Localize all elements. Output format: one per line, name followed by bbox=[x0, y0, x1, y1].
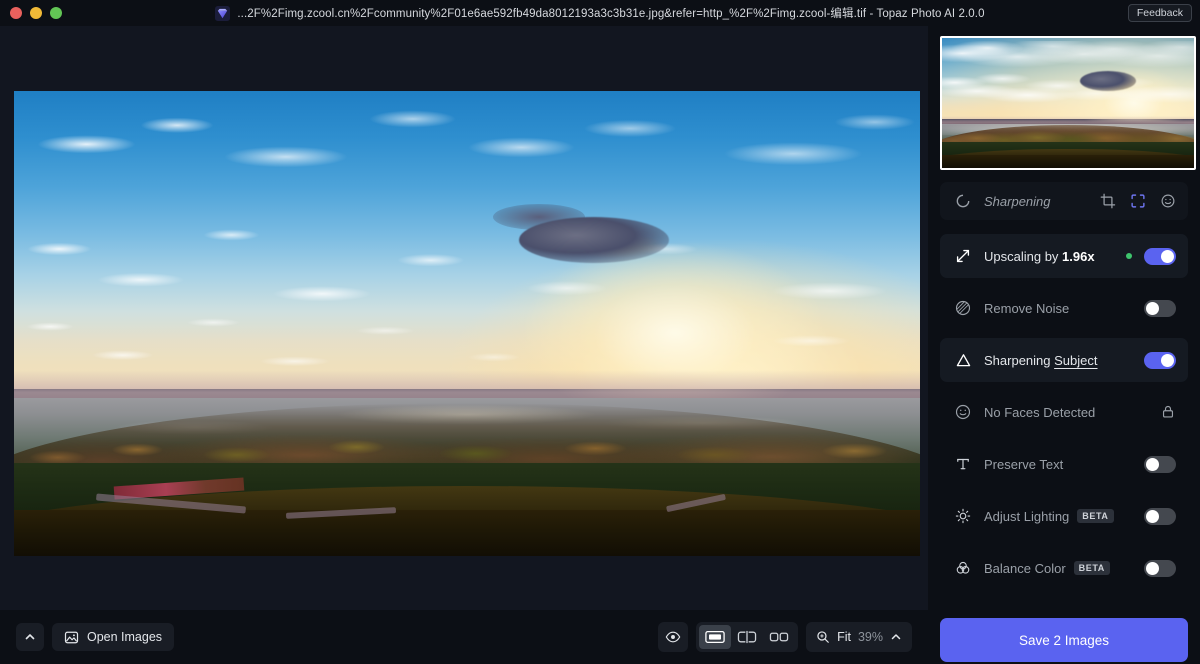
fullscreen-icon[interactable] bbox=[1130, 193, 1146, 209]
filter-row-faces: No Faces Detected bbox=[940, 390, 1188, 434]
remove-noise-toggle[interactable] bbox=[1144, 300, 1176, 317]
close-button[interactable] bbox=[10, 7, 22, 19]
split-pane-icon bbox=[737, 630, 757, 644]
upscaling-status-dot bbox=[1126, 253, 1132, 259]
zoom-percent-label: 39% bbox=[858, 630, 883, 644]
window-controls[interactable] bbox=[0, 7, 62, 19]
app-window: ...2F%2Fimg.zcool.cn%2Fcommunity%2F01e6a… bbox=[0, 0, 1200, 664]
image-icon bbox=[64, 630, 79, 645]
sharpening-label: Sharpening Subject bbox=[984, 353, 1098, 368]
view-mode-group bbox=[696, 622, 798, 652]
sharpening-model-link[interactable]: Subject bbox=[1054, 353, 1097, 368]
collapse-filmstrip-button[interactable] bbox=[16, 623, 44, 651]
filter-row-sharpening[interactable]: Sharpening Subject bbox=[940, 338, 1188, 382]
window-title: ...2F%2Fimg.zcool.cn%2Fcommunity%2F01e6a… bbox=[237, 5, 984, 21]
sun-icon bbox=[952, 505, 974, 527]
thumb-clouds-mid bbox=[942, 67, 1194, 106]
triangle-sharpen-icon bbox=[952, 349, 974, 371]
title-center: ...2F%2Fimg.zcool.cn%2Fcommunity%2F01e6a… bbox=[0, 0, 1200, 26]
zoom-control[interactable]: Fit 39% bbox=[806, 622, 912, 652]
adjust-lighting-beta-badge: BETA bbox=[1077, 509, 1113, 523]
balance-color-toggle[interactable] bbox=[1144, 560, 1176, 577]
adjust-lighting-label: Adjust Lighting bbox=[984, 509, 1069, 524]
filter-row-balance-color[interactable]: Balance Color BETA bbox=[940, 546, 1188, 590]
spinner-icon bbox=[952, 190, 974, 212]
face-icon[interactable] bbox=[1160, 193, 1176, 209]
main-image-preview[interactable] bbox=[14, 91, 920, 556]
zoom-button[interactable] bbox=[50, 7, 62, 19]
single-view-button[interactable] bbox=[699, 625, 731, 649]
title-bar: ...2F%2Fimg.zcool.cn%2Fcommunity%2F01e6a… bbox=[0, 0, 1200, 26]
open-images-button[interactable]: Open Images bbox=[52, 623, 174, 651]
processing-status-label: Sharpening bbox=[984, 194, 1051, 209]
filter-row-remove-noise[interactable]: Remove Noise bbox=[940, 286, 1188, 330]
image-foreground-ground bbox=[14, 510, 920, 557]
zoom-chevron-up-icon[interactable] bbox=[890, 631, 902, 643]
upscaling-label: Upscaling by 1.96x bbox=[984, 249, 1095, 264]
right-panel: Sharpening bbox=[928, 26, 1200, 664]
remove-noise-label: Remove Noise bbox=[984, 301, 1069, 316]
faces-label: No Faces Detected bbox=[984, 405, 1095, 420]
color-circles-icon bbox=[952, 557, 974, 579]
filter-row-upscaling[interactable]: Upscaling by 1.96x bbox=[940, 234, 1188, 278]
filter-row-preserve-text[interactable]: Preserve Text bbox=[940, 442, 1188, 486]
single-pane-icon bbox=[705, 630, 725, 644]
lock-icon bbox=[1160, 404, 1176, 420]
adjust-lighting-toggle[interactable] bbox=[1144, 508, 1176, 525]
feedback-button[interactable]: Feedback bbox=[1128, 4, 1192, 22]
balance-color-beta-badge: BETA bbox=[1074, 561, 1110, 575]
balance-color-label: Balance Color bbox=[984, 561, 1066, 576]
preview-toggle-button[interactable] bbox=[658, 622, 688, 652]
save-images-button[interactable]: Save 2 Images bbox=[940, 618, 1188, 662]
sharpening-toggle[interactable] bbox=[1144, 352, 1176, 369]
chevron-up-icon bbox=[24, 631, 36, 643]
thumb-foreground-ground bbox=[942, 155, 1194, 168]
magnifier-icon bbox=[816, 630, 830, 644]
topaz-gem-icon bbox=[215, 6, 230, 21]
text-t-icon bbox=[952, 453, 974, 475]
eye-icon bbox=[665, 629, 681, 645]
noise-circle-icon bbox=[952, 297, 974, 319]
processing-status-row: Sharpening bbox=[940, 182, 1188, 220]
zoom-mode-label: Fit bbox=[837, 630, 851, 644]
filter-row-adjust-lighting[interactable]: Adjust Lighting BETA bbox=[940, 494, 1188, 538]
status-actions bbox=[1100, 193, 1176, 209]
side-by-side-view-button[interactable] bbox=[763, 625, 795, 649]
face-smile-icon bbox=[952, 401, 974, 423]
bottom-toolbar: Open Images bbox=[0, 610, 928, 664]
dual-pane-icon bbox=[769, 630, 789, 644]
minimize-button[interactable] bbox=[30, 7, 42, 19]
preserve-text-label: Preserve Text bbox=[984, 457, 1063, 472]
preserve-text-toggle[interactable] bbox=[1144, 456, 1176, 473]
image-thumbnail[interactable] bbox=[940, 36, 1196, 170]
image-feature-cloud bbox=[519, 217, 669, 263]
split-view-button[interactable] bbox=[731, 625, 763, 649]
arrow-expand-icon bbox=[952, 245, 974, 267]
canvas-area[interactable] bbox=[0, 26, 928, 610]
thumb-feature-cloud bbox=[1080, 71, 1136, 91]
upscaling-toggle[interactable] bbox=[1144, 248, 1176, 265]
open-images-label: Open Images bbox=[87, 630, 162, 644]
crop-icon[interactable] bbox=[1100, 193, 1116, 209]
view-controls: Fit 39% bbox=[658, 622, 912, 652]
